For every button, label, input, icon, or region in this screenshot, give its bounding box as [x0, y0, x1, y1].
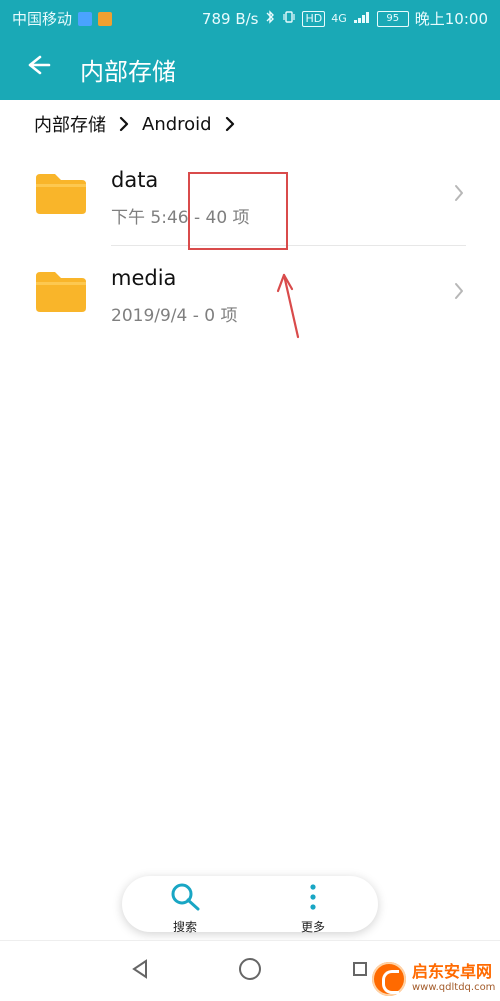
network-label: 4G: [331, 12, 347, 25]
watermark-mark-icon: [372, 962, 406, 996]
nav-back-button[interactable]: [118, 955, 162, 987]
status-left: 中国移动: [12, 8, 113, 29]
vibrate-icon: [282, 10, 296, 28]
more-label: 更多: [300, 920, 325, 934]
annotation-highlight-box: [188, 172, 288, 250]
folder-name: media: [111, 266, 177, 290]
watermark-title: 启东安卓网: [412, 962, 493, 981]
watermark-logo: 启东安卓网 www.qdltdq.com: [372, 962, 495, 996]
back-button[interactable]: [18, 47, 58, 87]
chevron-right-icon: [116, 116, 132, 132]
page-title: 内部存储: [80, 58, 176, 86]
search-button[interactable]: 搜索: [140, 882, 230, 934]
clock: 晚上10:00: [414, 10, 488, 28]
folder-icon: [33, 170, 89, 216]
more-vertical-icon: [306, 882, 320, 916]
signal-icon: [353, 10, 371, 28]
battery-indicator: 95: [376, 10, 409, 27]
chevron-right-icon: [222, 116, 238, 132]
net-speed: 789 B/s: [201, 9, 259, 28]
nav-home-button[interactable]: [228, 955, 272, 987]
arrow-left-icon: [24, 51, 52, 83]
more-button[interactable]: 更多: [268, 882, 358, 934]
app-notification-icon: [78, 11, 93, 26]
search-label: 搜索: [172, 920, 197, 934]
search-icon: [168, 882, 202, 916]
bluetooth-icon: [264, 9, 276, 28]
breadcrumb-item-android[interactable]: Android: [142, 114, 212, 135]
row-chevron-right-icon: [452, 183, 466, 203]
watermark-text: 启东安卓网 www.qdltdq.com: [412, 963, 495, 995]
folder-name: data: [111, 168, 159, 192]
folder-row-media[interactable]: media 2019/9/4 - 0 项: [0, 246, 500, 344]
circle-home-icon: [237, 956, 263, 986]
folder-meta: 2019/9/4 - 0 项: [111, 306, 238, 326]
app-bar: 内部存储: [0, 34, 500, 100]
breadcrumb-item-internal-storage[interactable]: 内部存储: [34, 111, 106, 137]
video-notification-icon: [98, 11, 113, 26]
carrier-label: 中国移动: [12, 10, 73, 28]
folder-icon: [33, 268, 89, 314]
row-chevron-right-icon: [452, 281, 466, 301]
breadcrumb: 内部存储 Android: [34, 110, 238, 138]
hd-badge: HD: [302, 10, 326, 27]
watermark-url: www.qdltdq.com: [412, 982, 496, 993]
status-right: 789 B/s HD 4G 95 晚上10:00: [202, 8, 488, 29]
status-bar: 中国移动 789 B/s HD 4G 95 晚上10:00: [0, 0, 500, 34]
square-recent-icon: [348, 957, 372, 985]
bottom-floating-toolbar: 搜索 更多: [122, 876, 378, 934]
annotation-arrow-icon: [270, 265, 310, 345]
triangle-back-icon: [128, 957, 152, 985]
